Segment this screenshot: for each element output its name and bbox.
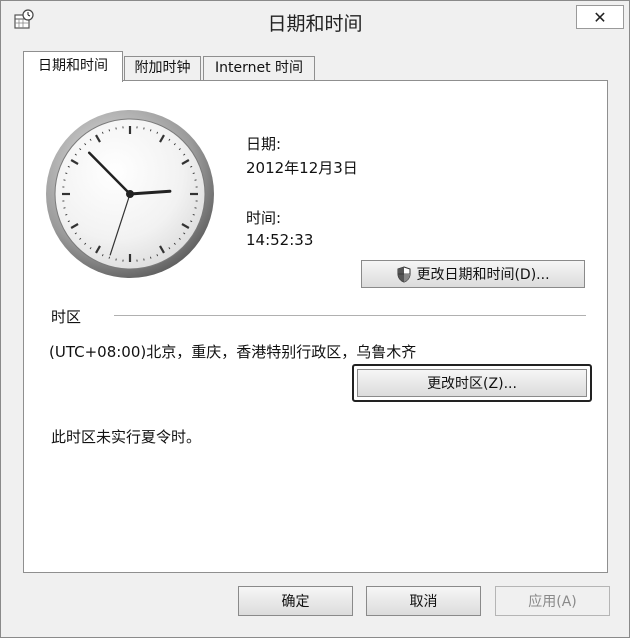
- ok-label: 确定: [281, 594, 310, 610]
- minute-tick: [192, 172, 195, 175]
- minute-tick: [149, 129, 152, 132]
- timezone-value: (UTC+08:00)北京，重庆，香港特别行政区，乌鲁木齐: [49, 343, 417, 361]
- analog-clock: [46, 110, 214, 278]
- tab-panel: 日期: 2012年12月3日 时间: 14:52:33 更改日期和时间(D)..…: [23, 80, 608, 573]
- minute-tick: [149, 256, 152, 259]
- apply-label: 应用(A): [528, 594, 577, 610]
- minute-tick: [108, 256, 111, 259]
- date-value: 2012年12月3日: [246, 159, 358, 177]
- timezone-divider: [114, 315, 586, 316]
- minute-tick: [108, 129, 111, 132]
- cancel-button[interactable]: 取消: [366, 586, 481, 616]
- tab-date-time[interactable]: 日期和时间: [23, 51, 123, 82]
- change-timezone-button[interactable]: 更改时区(Z)...: [357, 369, 587, 397]
- clock-center: [126, 190, 134, 198]
- change-date-time-label: 更改日期和时间(D)...: [416, 267, 550, 283]
- uac-shield-icon: [397, 265, 411, 283]
- close-icon: ✕: [593, 7, 607, 27]
- time-label: 时间:: [246, 209, 282, 227]
- change-timezone-label: 更改时区(Z)...: [427, 376, 517, 392]
- timezone-group-label: 时区: [51, 308, 82, 326]
- apply-button[interactable]: 应用(A): [495, 586, 610, 616]
- time-value: 14:52:33: [246, 231, 314, 249]
- dst-note: 此时区未实行夏令时。: [51, 428, 202, 446]
- minute-tick: [65, 213, 68, 216]
- ok-button[interactable]: 确定: [238, 586, 353, 616]
- minute-tick: [192, 213, 195, 216]
- tab-internet-time[interactable]: Internet 时间: [203, 56, 315, 81]
- close-button[interactable]: ✕: [576, 5, 624, 29]
- date-label: 日期:: [246, 135, 282, 153]
- window-title: 日期和时间: [267, 13, 363, 35]
- date-time-dialog: 日期和时间 ✕ 日期和时间 附加时钟 Internet 时间 日期: 2012年…: [0, 0, 630, 638]
- cancel-label: 取消: [409, 594, 438, 610]
- tab-additional-clocks[interactable]: 附加时钟: [124, 56, 201, 81]
- change-date-time-button[interactable]: 更改日期和时间(D)...: [361, 260, 585, 288]
- minute-tick: [65, 172, 68, 175]
- title-bar: 日期和时间 ✕: [1, 1, 629, 41]
